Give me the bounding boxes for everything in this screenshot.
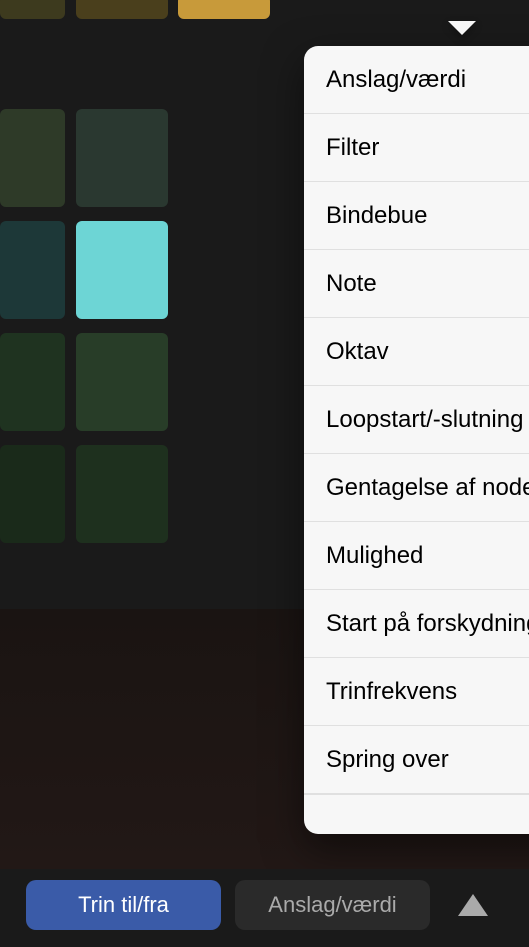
- grid-cell[interactable]: [76, 445, 168, 543]
- menu-item-label: Anslag/værdi: [326, 66, 466, 94]
- step-toggle-button[interactable]: Trin til/fra: [26, 880, 221, 930]
- menu-item-label: Oktav: [326, 338, 389, 366]
- menu-item-loop-start-end[interactable]: Loopstart/-slutning: [304, 386, 529, 454]
- menu-item-label: Bindebue: [326, 202, 427, 230]
- menu-item-label: Trinfrekvens: [326, 678, 457, 706]
- menu-item-note-repeat[interactable]: Gentagelse af node: [304, 454, 529, 522]
- menu-item-note[interactable]: Note: [304, 250, 529, 318]
- grid-cell[interactable]: [76, 109, 168, 207]
- grid-cell[interactable]: [76, 0, 168, 19]
- grid-cell[interactable]: [0, 445, 65, 543]
- menu-item-velocity-value[interactable]: Anslag/værdi: [304, 46, 529, 114]
- menu-item-label: Start på forskydning: [326, 610, 529, 638]
- button-label: Trin til/fra: [78, 892, 169, 918]
- grid-cell[interactable]: [0, 221, 65, 319]
- menu-item-skip[interactable]: Spring over: [304, 726, 529, 794]
- grid-cell[interactable]: [76, 333, 168, 431]
- velocity-value-button[interactable]: Anslag/værdi: [235, 880, 430, 930]
- menu-item-chance[interactable]: Mulighed: [304, 522, 529, 590]
- triangle-up-icon: [458, 894, 488, 916]
- menu-item-tie[interactable]: Bindebue: [304, 182, 529, 250]
- menu-item-label: Loopstart/-slutning: [326, 406, 523, 434]
- menu-item-step-rate[interactable]: Trinfrekvens: [304, 658, 529, 726]
- grid-cell[interactable]: [0, 109, 65, 207]
- grid-cell-active[interactable]: [178, 0, 270, 19]
- menu-item-octave[interactable]: Oktav: [304, 318, 529, 386]
- menu-item-label: Note: [326, 270, 377, 298]
- menu-item-label: Gentagelse af node: [326, 474, 529, 502]
- grid-cell[interactable]: [0, 333, 65, 431]
- grid-cell-highlighted[interactable]: [76, 221, 168, 319]
- button-label: Anslag/værdi: [268, 892, 396, 918]
- menu-item-label: Filter: [326, 134, 379, 162]
- menu-toggle-button[interactable]: [444, 880, 502, 930]
- menu-footer-space: [304, 794, 529, 834]
- menu-item-label: Spring over: [326, 746, 449, 774]
- menu-item-label: Mulighed: [326, 542, 423, 570]
- edit-mode-popup-menu: Anslag/værdi Filter Bindebue Note Oktav …: [304, 46, 529, 834]
- menu-item-start-offset[interactable]: Start på forskydning: [304, 590, 529, 658]
- menu-item-filter[interactable]: Filter: [304, 114, 529, 182]
- bottom-toolbar: Trin til/fra Anslag/værdi: [0, 869, 529, 947]
- popup-arrow-icon: [448, 21, 476, 35]
- grid-cell[interactable]: [0, 0, 65, 19]
